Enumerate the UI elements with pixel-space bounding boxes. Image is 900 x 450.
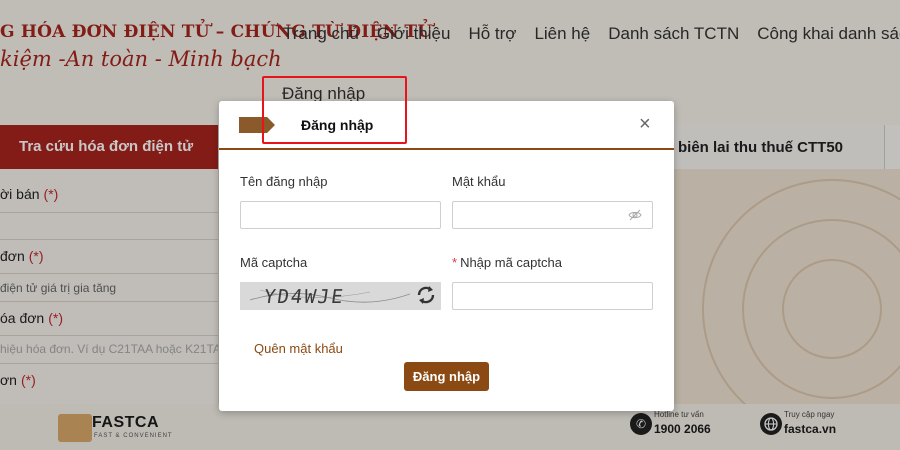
highlight-annotation [262, 76, 407, 144]
captcha-image: YD4WJE [240, 282, 441, 310]
eye-slash-icon[interactable] [628, 209, 642, 221]
password-label: Mật khẩu [452, 174, 506, 189]
refresh-icon[interactable] [415, 284, 437, 306]
login-modal: Đăng nhập × Tên đăng nhập Mật khẩu Mã ca… [219, 101, 674, 411]
username-input[interactable] [240, 201, 441, 229]
forgot-password-link[interactable]: Quên mật khẩu [254, 341, 343, 356]
password-input[interactable] [452, 201, 653, 229]
captcha-input[interactable] [452, 282, 653, 310]
close-icon[interactable]: × [639, 114, 651, 134]
login-button[interactable]: Đăng nhập [404, 362, 489, 391]
username-label: Tên đăng nhập [240, 174, 328, 189]
captcha-label: Mã captcha [240, 255, 308, 270]
captcha-input-label: * Nhập mã captcha [452, 255, 562, 270]
